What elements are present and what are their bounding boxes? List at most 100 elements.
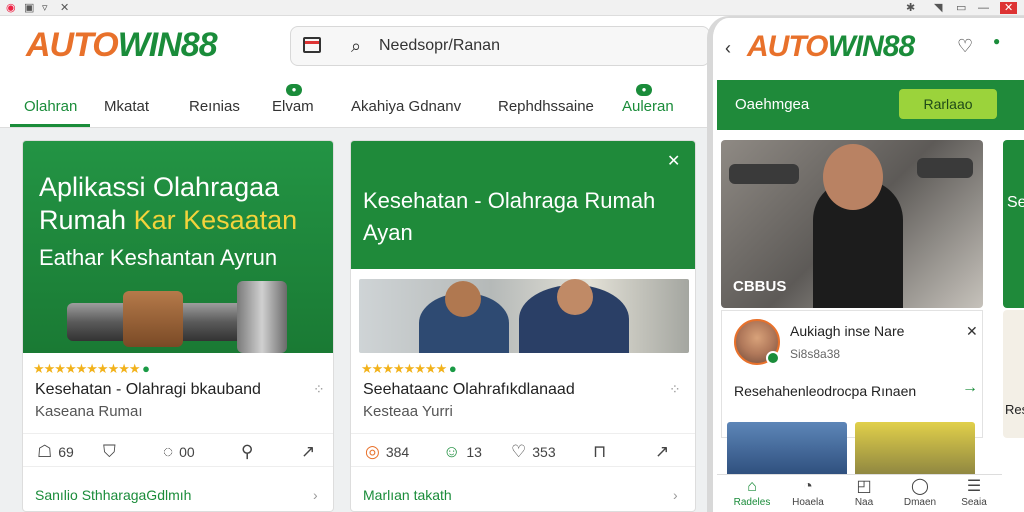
card-2-footer-link[interactable]: Marlıan takath [363,487,452,503]
mobile-brand-logo[interactable]: AUTOWIN88 [747,30,915,64]
tab-mkatat[interactable]: Mkatat [104,98,149,115]
thumbnail-image[interactable] [855,422,975,478]
chat-icon: ◯ [911,478,929,495]
notification-icon[interactable]: ● [993,34,1000,48]
mobile-card-subtitle: Si8s8a38 [790,347,841,361]
dumbbell-end-image [237,281,287,353]
side-card-label: Rese [1005,402,1024,417]
side-banner-label: Seo [1007,194,1024,211]
card-1-actions: ☖ 69 ⛉ ◌ 00 ⚲ ↗ [23,433,333,467]
tab-icon[interactable]: ▣ [24,2,34,14]
tab-rephdhssaine[interactable]: Rephdhssaine [498,98,594,115]
comment-action[interactable]: ◌ 00 [163,442,195,462]
window-close-icon[interactable]: ✕ [1000,2,1018,14]
workout-photo [359,279,689,353]
card-1-banner: Aplikassi Olahragaa Rumah Kar Kesaatan E… [23,141,333,353]
tab-reinias[interactable]: Reınias [189,98,240,115]
card-2-banner: Kesehatan - Olahraga Rumah Ayan ✕ [351,141,695,269]
more-options-icon[interactable]: ⁘ [313,381,325,398]
wifi-icon: ◥ [934,2,943,14]
home-icon: ⌂ [747,478,757,495]
dumbbell-image [729,164,799,184]
tab-olahran[interactable]: Olahran [24,98,77,115]
card-2-banner-title: Kesehatan - Olahraga Rumah Ayan [363,188,656,245]
close-icon[interactable]: ✕ [60,2,69,14]
more-options-icon[interactable]: ⁘ [669,381,681,398]
arrow-right-icon[interactable]: → [962,379,978,397]
filter-icon[interactable]: ▿ [42,2,48,14]
photo-caption: CBBUS [733,278,787,295]
activity-icon: ◰ [856,478,872,495]
extension-icon[interactable]: ✱ [906,2,915,14]
browser-icon[interactable]: ◉ [6,2,16,14]
smile-action[interactable]: ☺ 13 [443,442,482,462]
chevron-right-icon[interactable]: › [673,487,678,503]
site-header: AUTOWIN88 ⌕ [0,16,715,76]
calendar-icon: ☖ [37,442,53,461]
status-dot-icon [766,351,780,365]
nav-document[interactable]: ☰ Seaia [949,477,999,508]
search-bar[interactable]: ⌕ [290,26,710,66]
card-1-name: Kesehatan - Olahragi bkauband [35,381,261,398]
banner-title-line2-yellow: Kar Kesaatan [133,205,298,235]
pin-icon: ⚲ [241,442,254,461]
face-image [445,281,481,317]
thumbnail-image[interactable] [727,422,847,478]
nav-chat[interactable]: ◯ Dmaen [895,477,945,508]
logo-part-win: WIN88 [117,26,218,64]
close-icon[interactable]: ✕ [667,151,680,171]
back-icon[interactable]: ‹ [725,38,731,59]
comment-icon: ◌ [163,442,174,461]
tab-akahiya[interactable]: Akahiya Gdnanv [351,98,461,115]
chevron-right-icon[interactable]: › [313,487,318,503]
mobile-mockup: ‹ AUTOWIN88 ♡ ● Oaehmgea Rarlaao CBBUS S… [707,16,1024,512]
card-1-banner-title: Aplikassi Olahragaa Rumah Kar Kesaatan [39,171,297,237]
share-action[interactable]: ↗ [301,442,321,462]
bookmark-action[interactable]: ⊓ [593,442,612,462]
card-2-name: Seehataanc Olahrafıkdlanaad [363,381,575,398]
mobile-action-button[interactable]: Rarlaao [899,89,997,119]
mobile-hero-photo[interactable]: CBBUS [721,140,983,308]
coin-action[interactable]: ◎ 384 [365,442,409,462]
heart-action[interactable]: ♡ 353 [511,442,556,462]
heart-icon: ♡ [511,442,527,461]
card-2-subtitle: Kesteaa Yurri [363,403,453,420]
app-card-1[interactable]: Aplikassi Olahragaa Rumah Kar Kesaatan E… [22,140,334,512]
side-card[interactable]: Rese [1003,310,1024,438]
card-1-banner-subtitle: Eathar Keshantan Ayrun [39,245,278,270]
shield-action[interactable]: ⛉ [103,442,122,462]
nav-home[interactable]: ⌂ Radeles [727,477,777,508]
shield-icon: ⛉ [103,442,116,461]
document-icon: ☰ [966,478,982,495]
minimize-icon[interactable]: — [978,2,989,14]
close-icon[interactable]: ✕ [966,323,978,340]
pin-action[interactable]: ⚲ [241,442,259,462]
logo-part-auto: AUTO [26,26,119,64]
desktop-view: AUTOWIN88 ⌕ Olahran Mkatat Reınias ● Elv… [0,16,715,512]
search-input[interactable] [379,35,679,57]
card-2-actions: ◎ 384 ☺ 13 ♡ 353 ⊓ ↗ [351,433,695,467]
nav-history[interactable]: ◔ Hoaela [783,477,833,508]
heart-icon[interactable]: ♡ [957,36,973,57]
side-banner[interactable]: Seo [1003,140,1024,308]
share-action[interactable]: ↗ [655,442,675,462]
clock-icon: ◔ [803,478,813,495]
calendar-icon[interactable] [303,37,321,53]
brand-logo[interactable]: AUTOWIN88 [26,26,218,65]
app-card-2[interactable]: Kesehatan - Olahraga Rumah Ayan ✕ ★★★★★★… [350,140,696,512]
verified-icon: ● [448,361,457,376]
calendar-action[interactable]: ☖ 69 [37,442,74,462]
tab-auleran[interactable]: Auleran [622,98,674,115]
face-image [557,279,593,315]
card-1-footer-link[interactable]: Sanılio Sthharaga​Gdlmıh [35,487,191,503]
mobile-app-card[interactable]: Aukiagh inse Nare Si8s8a38 ✕ Resehahenle… [721,310,983,438]
search-icon[interactable]: ⌕ [351,36,361,57]
banner-title-line2-white: Rumah [39,205,127,235]
dumbbell-weight-image [123,291,183,347]
nav-activity[interactable]: ◰ Naa [839,477,889,508]
mobile-card-link[interactable]: Resehahenleodrocpa Rınaen [734,383,916,399]
tab-elvam[interactable]: Elvam [272,98,314,115]
logo-part-auto: AUTO [747,30,828,63]
mobile-bottom-nav: ⌂ Radeles ◔ Hoaela ◰ Naa ◯ Dmaen ☰ Seaia [717,474,1002,512]
rating-stars: ★★★★★★★★★★ ● [33,361,150,376]
